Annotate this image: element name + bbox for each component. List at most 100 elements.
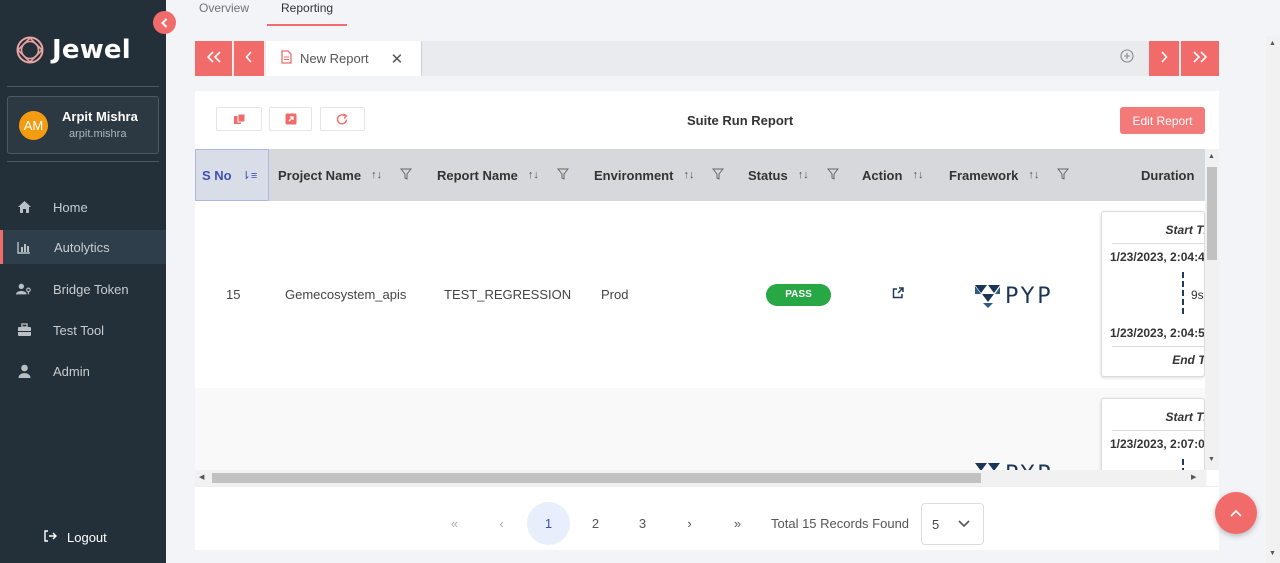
report-tab-label: New Report (300, 51, 369, 66)
last-page-button[interactable]: » (716, 502, 759, 545)
refresh-button[interactable] (320, 107, 365, 131)
jewel-logo-icon (16, 36, 44, 64)
pagination: « ‹ 1 2 3 › » Total 15 Records Found 5 (195, 486, 1219, 550)
app-logo[interactable]: Jewel (14, 34, 131, 66)
column-header-sno[interactable]: S No ⇂≡ (195, 149, 269, 201)
column-header-project-name[interactable]: Project Name ↑↓ (278, 149, 413, 201)
sort-icon[interactable]: ↑↓ (371, 169, 382, 181)
add-tab-button[interactable] (1120, 49, 1134, 67)
sort-icon[interactable]: ↑↓ (912, 169, 923, 181)
export-button[interactable] (269, 107, 312, 131)
scroll-down-icon[interactable]: ▼ (1208, 456, 1215, 463)
scroll-up-icon[interactable]: ▲ (1269, 40, 1276, 47)
duration-line (1182, 272, 1184, 314)
horizontal-scrollbar[interactable]: ◀ ▶ (195, 470, 1205, 486)
column-header-action[interactable]: Action ↑↓ (862, 149, 923, 201)
sidebar-divider (7, 161, 159, 162)
tab-new-report[interactable]: New Report ✕ (266, 41, 422, 76)
filter-icon[interactable] (1057, 168, 1070, 183)
filter-icon[interactable] (400, 168, 413, 183)
plus-circle-icon (1120, 49, 1134, 63)
sort-icon[interactable]: ↑↓ (1028, 169, 1039, 181)
divider (1112, 346, 1204, 347)
report-table: S No ⇂≡ Project Name ↑↓ Report Name ↑↓ E… (195, 149, 1219, 486)
page-scrollbar[interactable]: ▲ ▼ (1266, 36, 1280, 563)
scroll-next-tab-button[interactable] (1149, 41, 1179, 76)
collapse-sidebar-button[interactable] (153, 11, 176, 34)
users-key-icon (16, 281, 32, 297)
start-time-label: Start Time (1165, 223, 1204, 237)
refresh-icon (336, 112, 348, 125)
chevron-right-icon (1160, 50, 1168, 68)
column-header-framework[interactable]: Framework ↑↓ (949, 149, 1070, 201)
scroll-to-top-button[interactable] (1215, 492, 1257, 534)
document-icon (281, 50, 292, 67)
divider (1112, 430, 1204, 431)
divider (1112, 243, 1204, 244)
scroll-first-tab-button[interactable] (195, 41, 232, 76)
sidebar-item-label: Admin (53, 363, 90, 379)
page-size-select[interactable]: 5 (921, 503, 984, 545)
sort-icon[interactable]: ↑↓ (798, 169, 809, 181)
start-time: 1/23/2023, 2:07:0 (1110, 437, 1205, 451)
open-report-icon[interactable] (892, 287, 904, 302)
scroll-right-icon[interactable]: ▶ (1191, 473, 1196, 481)
table-row: 15 Gemecosystem_apis TEST_REGRESSION Pro… (195, 201, 1205, 388)
records-count: Total 15 Records Found (771, 516, 910, 531)
sidebar-item-admin[interactable]: Admin (0, 354, 166, 388)
sort-icon[interactable]: ↑↓ (683, 169, 694, 181)
scroll-up-icon[interactable]: ▲ (1208, 153, 1215, 160)
prev-page-button[interactable]: ‹ (480, 502, 523, 545)
scroll-left-icon[interactable]: ◀ (199, 473, 204, 481)
next-page-button[interactable]: › (668, 502, 711, 545)
main-tabs: Overview Reporting (195, 0, 365, 26)
column-header-environment[interactable]: Environment ↑↓ (594, 149, 725, 201)
table-header: S No ⇂≡ Project Name ↑↓ Report Name ↑↓ E… (195, 149, 1205, 201)
user-icon (16, 363, 32, 379)
chevron-up-icon (1230, 504, 1242, 522)
logout-label: Logout (67, 530, 107, 545)
sidebar-item-home[interactable]: Home (0, 190, 166, 224)
filter-icon[interactable] (712, 168, 725, 183)
scroll-last-tab-button[interactable] (1181, 41, 1219, 76)
edit-report-button[interactable]: Edit Report (1120, 107, 1205, 134)
scroll-thumb[interactable] (212, 473, 981, 483)
scroll-down-icon[interactable]: ▼ (1269, 550, 1276, 557)
tab-reporting[interactable]: Reporting (267, 0, 348, 26)
scroll-prev-tab-button[interactable] (234, 41, 264, 76)
vertical-scrollbar[interactable]: ▲ ▼ (1205, 149, 1219, 470)
page-button-1[interactable]: 1 (527, 502, 570, 545)
cell-project-name: Gemecosystem_apis (285, 287, 407, 302)
svg-text:PYP: PYP (1005, 284, 1054, 309)
sidebar-item-test-tool[interactable]: Test Tool (0, 313, 166, 347)
logout-button[interactable]: Logout (43, 530, 107, 545)
tab-overview[interactable]: Overview (199, 0, 249, 26)
sidebar-item-bridge-token[interactable]: Bridge Token (0, 272, 166, 306)
sort-icon[interactable]: ↑↓ (528, 169, 539, 181)
copy-button[interactable] (216, 107, 262, 131)
column-header-duration[interactable]: Duration (1141, 149, 1194, 201)
cell-status: PASS (766, 201, 831, 388)
external-link-square-icon (285, 113, 296, 125)
cell-report-name: TEST_REGRESSION (444, 287, 572, 302)
report-tab-bar: New Report ✕ (195, 41, 1219, 76)
first-page-button[interactable]: « (433, 502, 476, 545)
close-icon[interactable]: ✕ (391, 50, 404, 68)
page-button-3[interactable]: 3 (621, 502, 664, 545)
page-size-value: 5 (932, 516, 940, 532)
column-header-status[interactable]: Status ↑↓ (748, 149, 839, 201)
sort-desc-icon[interactable]: ⇂≡ (242, 169, 258, 182)
home-icon (16, 199, 32, 215)
avatar: AM (19, 111, 48, 140)
chart-icon (16, 239, 32, 255)
page-button-2[interactable]: 2 (574, 502, 617, 545)
sidebar-divider (7, 86, 159, 87)
scroll-thumb[interactable] (1207, 167, 1217, 260)
sidebar-item-autolytics[interactable]: Autolytics (0, 230, 166, 264)
column-header-report-name[interactable]: Report Name ↑↓ (437, 149, 569, 201)
user-card[interactable]: AM Arpit Mishra arpit.mishra (7, 96, 159, 154)
filter-icon[interactable] (826, 168, 839, 183)
filter-icon[interactable] (556, 168, 569, 183)
double-chevron-left-icon (206, 50, 222, 68)
toolbox-icon (16, 322, 32, 338)
